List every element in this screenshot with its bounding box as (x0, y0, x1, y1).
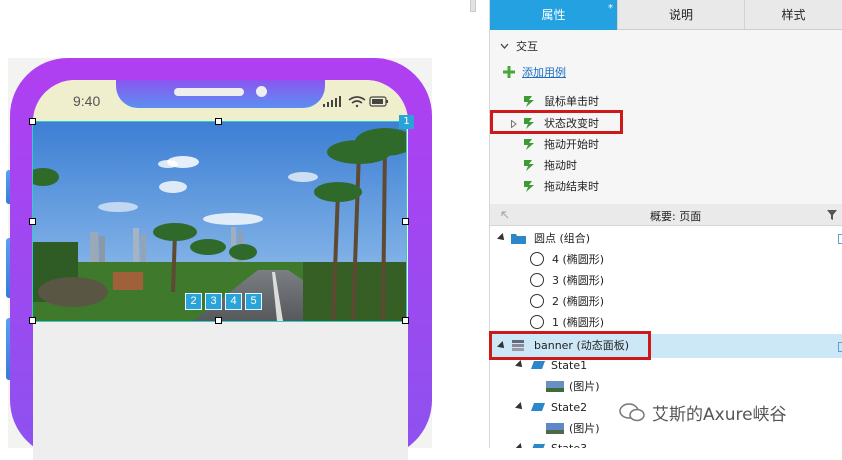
tab-style[interactable]: 样式 (745, 0, 842, 30)
banner-image (33, 122, 406, 321)
add-case-label: 添加用例 (522, 66, 566, 79)
resize-handle-sw[interactable] (29, 317, 36, 324)
tree-node-label: 2 (椭圆形) (552, 295, 605, 308)
wifi-icon (348, 96, 366, 108)
expanded-arrow-icon (515, 360, 525, 370)
tree-node-label: State1 (551, 359, 588, 372)
image-icon (546, 381, 564, 392)
tree-node-label: 圆点 (组合) (534, 232, 591, 245)
tree-node-image-1[interactable]: (图片) (490, 376, 842, 397)
tree-node-label: 4 (椭圆形) (552, 253, 605, 266)
outline-header: 概要: 页面 (490, 204, 842, 226)
selection-badge[interactable]: 1 (399, 115, 414, 129)
filter-icon[interactable] (826, 209, 840, 221)
event-label: 鼠标单击时 (544, 95, 599, 108)
tree-node-label: (图片) (569, 422, 600, 435)
folder-icon (511, 234, 526, 244)
expanded-arrow-icon (497, 233, 507, 243)
design-canvas[interactable]: 9:40 1 2 3 4 5 (0, 0, 476, 460)
indicator-dot-4[interactable]: 4 (225, 293, 242, 310)
event-row-drag-start[interactable]: 拖动开始时 (490, 134, 842, 155)
tree-node-label: State3 (551, 438, 587, 448)
ellipse-icon (530, 315, 544, 329)
watermark: 艾斯的Axure峡谷 (618, 399, 842, 425)
tree-node-ellipse-3[interactable]: 3 (椭圆形) (490, 270, 842, 291)
tree-node-label: State2 (551, 401, 588, 414)
banner-dynamic-panel[interactable] (32, 121, 407, 322)
tree-node-ellipse-1[interactable]: 1 (椭圆形) (490, 312, 842, 333)
inspector-tabs: 属性 * 说明 样式 (490, 0, 842, 30)
tab-properties[interactable]: 属性 * (490, 0, 618, 30)
expanded-arrow-icon (515, 402, 525, 412)
splitter-grip[interactable] (470, 0, 476, 12)
state-icon (531, 361, 545, 369)
ellipse-icon (530, 252, 544, 266)
chevron-down-icon (500, 43, 509, 49)
collapse-arrow-icon[interactable] (500, 210, 510, 220)
indicator-dot-5[interactable]: 5 (245, 293, 262, 310)
event-label: 拖动时 (544, 159, 577, 172)
phone-notch (116, 80, 325, 108)
visibility-marker (838, 342, 842, 352)
event-row-click[interactable]: 鼠标单击时 (490, 91, 842, 112)
tree-node-label: 1 (椭圆形) (552, 316, 605, 329)
tab-notes-label: 说明 (668, 8, 693, 22)
ellipse-icon (530, 273, 544, 287)
event-label: 拖动结束时 (544, 180, 599, 193)
outline-panel: 概要: 页面 圆点 (组合) 4 (椭圆形) 3 (椭圆形) 2 (椭圆形) 1… (489, 204, 842, 448)
tree-node-state3[interactable]: State3 (490, 438, 842, 448)
watermark-text: 艾斯的Axure峡谷 (652, 405, 787, 425)
front-camera (256, 86, 267, 97)
event-row-dragging[interactable]: 拖动时 (490, 155, 842, 176)
tree-node-label: (图片) (569, 380, 600, 393)
state-icon (531, 403, 545, 411)
resize-handle-nw[interactable] (29, 118, 36, 125)
inspector-panel: 属性 * 说明 样式 交互 添加用例 鼠标单击时 状态改变时 拖动开始时 拖动时 … (489, 0, 842, 448)
visibility-marker (838, 234, 842, 244)
state-icon (532, 444, 545, 448)
tab-properties-label: 属性 (541, 8, 566, 22)
status-time: 9:40 (73, 93, 101, 109)
outline-title: 概要: 页面 (650, 210, 702, 223)
battery-icon (369, 96, 388, 107)
highlight-box-state-change (490, 110, 623, 134)
indicator-dot-3[interactable]: 3 (205, 293, 222, 310)
event-label: 拖动开始时 (544, 138, 599, 151)
tree-node-group-dots[interactable]: 圆点 (组合) (490, 228, 842, 249)
resize-handle-n[interactable] (215, 118, 222, 125)
tab-notes[interactable]: 说明 (618, 0, 745, 30)
ellipse-icon (530, 294, 544, 308)
resize-handle-se[interactable] (402, 317, 409, 324)
resize-handle-e[interactable] (402, 218, 409, 225)
interaction-section-title: 交互 (516, 40, 538, 53)
image-icon (546, 423, 564, 434)
speaker-grille (174, 88, 244, 96)
event-row-drag-end[interactable]: 拖动结束时 (490, 176, 842, 197)
event-lightning-icon (524, 139, 534, 150)
event-lightning-icon (524, 181, 534, 192)
indicator-dot-2[interactable]: 2 (185, 293, 202, 310)
resize-handle-w[interactable] (29, 218, 36, 225)
plus-icon (503, 66, 515, 78)
wechat-icon (619, 403, 645, 422)
status-bar: 9:40 (33, 80, 408, 122)
event-lightning-icon (524, 96, 534, 107)
tree-node-ellipse-4[interactable]: 4 (椭圆形) (490, 249, 842, 270)
resize-handle-s[interactable] (215, 317, 222, 324)
event-lightning-icon (524, 160, 534, 171)
status-icons (323, 96, 388, 108)
tab-style-label: 样式 (781, 8, 806, 22)
signal-icon (323, 96, 341, 107)
expanded-arrow-icon (515, 443, 525, 448)
tree-node-ellipse-2[interactable]: 2 (椭圆形) (490, 291, 842, 312)
tree-node-label: 3 (椭圆形) (552, 274, 605, 287)
tree-node-state1[interactable]: State1 (490, 355, 842, 376)
tab-modified-marker: * (608, 3, 613, 14)
